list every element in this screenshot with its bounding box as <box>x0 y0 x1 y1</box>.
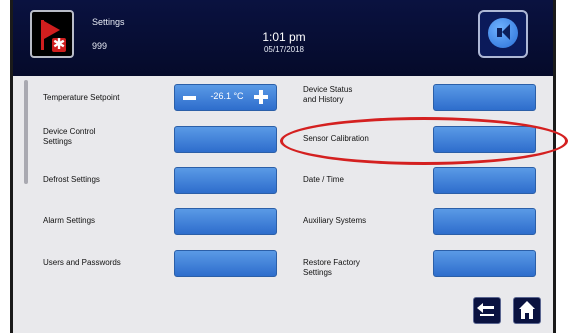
defrost-settings-button[interactable] <box>174 167 277 194</box>
date-time-label: Date / Time <box>303 175 344 184</box>
date-time-button[interactable] <box>433 167 536 194</box>
clock-time: 1:01 pm <box>262 30 306 44</box>
device-status-history-button[interactable] <box>433 84 536 111</box>
alarm-settings-button[interactable] <box>174 208 277 235</box>
restore-factory-settings-button[interactable] <box>433 250 536 277</box>
home-button[interactable] <box>513 297 541 324</box>
home-icon <box>519 301 535 309</box>
highlight-annotation-ellipse <box>280 117 568 165</box>
restore-factory-settings-label: Restore Factory Settings <box>303 258 360 277</box>
users-passwords-button[interactable] <box>174 250 277 277</box>
sound-button[interactable] <box>478 10 528 58</box>
speaker-icon <box>488 18 518 48</box>
users-passwords-label: Users and Passwords <box>43 258 121 267</box>
scrollbar[interactable] <box>24 80 28 184</box>
clock-date: 05/17/2018 <box>263 45 305 54</box>
alarm-settings-label: Alarm Settings <box>43 216 96 225</box>
temperature-stepper: -26.1 °C <box>174 84 277 111</box>
back-button[interactable] <box>473 297 501 324</box>
header-bar: ✱ Settings 999 1:01 pm 05/17/2018 <box>13 0 553 76</box>
device-status-history-label: Device Status and History <box>303 85 353 104</box>
defrost-settings-label: Defrost Settings <box>43 175 100 184</box>
device-control-settings-label: Device Control Settings <box>43 127 96 146</box>
settings-panel: Temperature Setpoint -26.1 °C Device Con… <box>13 76 553 333</box>
device-id: 999 <box>92 41 108 51</box>
device-control-settings-button[interactable] <box>174 126 277 153</box>
auxiliary-systems-button[interactable] <box>433 208 536 235</box>
minus-button[interactable] <box>183 96 196 100</box>
auxiliary-systems-label: Auxiliary Systems <box>303 216 367 225</box>
alarm-status-button[interactable]: ✱ <box>30 10 74 58</box>
page-title: Settings <box>92 17 125 27</box>
snowflake-icon: ✱ <box>52 36 66 53</box>
temperature-value: -26.1 °C <box>210 91 244 101</box>
plus-icon <box>259 90 263 104</box>
temperature-setpoint-label: Temperature Setpoint <box>43 93 120 102</box>
